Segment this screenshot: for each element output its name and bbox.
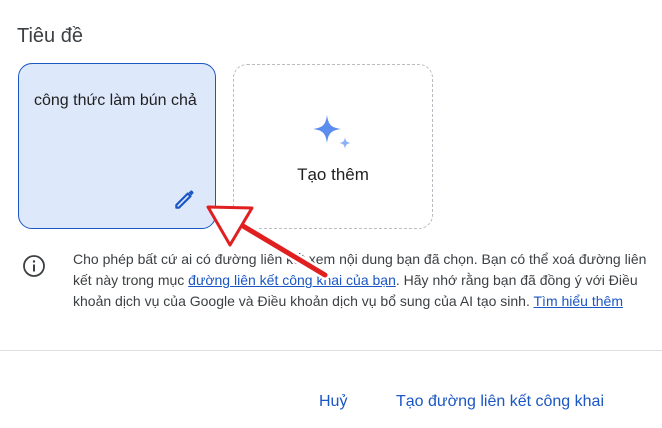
create-more-card[interactable]: Tạo thêm [233, 64, 433, 229]
create-public-link-button[interactable]: Tạo đường liên kết công khai [396, 393, 604, 411]
selected-title-card[interactable]: công thức làm bún chả [18, 63, 216, 229]
create-more-label: Tạo thêm [297, 165, 369, 184]
dialog-title: Tiêu đề [17, 25, 83, 47]
public-links-link[interactable]: đường liên kết công khai của bạn [188, 272, 396, 288]
selected-card-text: công thức làm bún chả [34, 92, 197, 109]
pencil-icon [175, 190, 194, 209]
sparkle-icon [313, 115, 351, 149]
divider [0, 350, 662, 351]
info-icon [23, 255, 45, 277]
cancel-button[interactable]: Huỷ [319, 393, 347, 411]
info-message: Cho phép bất cứ ai có đường liên kết xem… [73, 249, 653, 312]
edit-button[interactable] [172, 186, 198, 212]
learn-more-link[interactable]: Tìm hiểu thêm [534, 293, 623, 309]
